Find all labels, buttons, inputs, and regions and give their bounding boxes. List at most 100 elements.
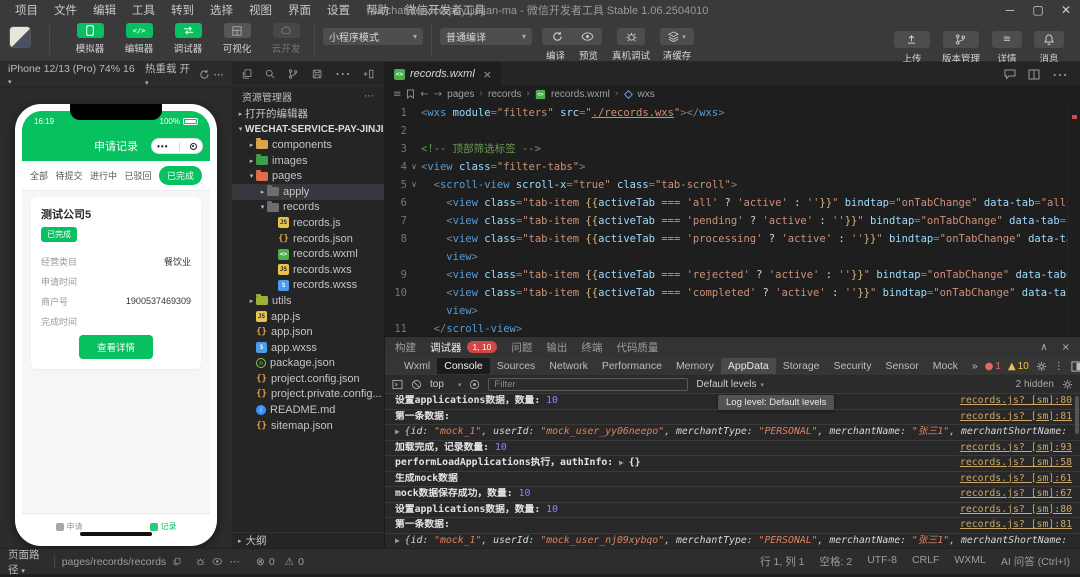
detail-button[interactable]: ≡ 详情 [992,23,1022,65]
tree-item-app.js[interactable]: JSapp.js [232,309,384,325]
expand-arrow-icon[interactable]: ▶ [395,536,405,545]
clear-cache-button[interactable]: ▾ [660,28,694,45]
panel-tab-问题[interactable]: 问题 [511,340,532,355]
clear-console-icon[interactable] [411,379,422,390]
close-button[interactable]: ✕ [1052,0,1080,20]
hot-reload-toggle[interactable]: 热重载 开 ▾ [145,61,195,88]
console-source-link[interactable]: records.js? [sm]:67 [960,488,1072,501]
tree-item-sitemap.json[interactable]: {}sitemap.json [232,418,384,434]
menu-item-界面[interactable]: 界面 [281,0,318,20]
tree-item-README.md[interactable]: iREADME.md [232,402,384,418]
save-icon[interactable] [312,68,322,80]
version-manage-button[interactable]: 版本管理 [942,23,980,65]
context-selector[interactable]: top ▾ [430,379,461,390]
console-source-link[interactable]: records.js? [sm]:81 [960,411,1072,424]
problems-indicator[interactable]: ⊗ 0 ⚠ 0 [240,556,304,568]
git-branch-icon[interactable] [288,68,298,80]
menu-item-工具[interactable]: 工具 [125,0,162,20]
console-source-link[interactable]: records.js? [sm]:58 [960,457,1072,470]
files-icon[interactable] [242,68,252,80]
maximize-button[interactable]: ▢ [1024,0,1052,20]
devtools-tab-AppData[interactable]: AppData [721,358,776,374]
mode-button-云开发[interactable]: 云开发 [266,23,306,55]
expand-arrow-icon[interactable]: ▶ [619,458,629,467]
tree-item-打开的编辑器[interactable]: ▸打开的编辑器 [232,106,384,122]
status-item[interactable]: 空格: 2 [820,554,853,569]
refresh-icon[interactable] [199,69,210,80]
more-icon[interactable]: ⋯ [364,91,374,102]
mode-button-调试器[interactable]: 调试器 [168,23,208,55]
bookmark-icon[interactable] [406,89,415,99]
breadcrumb-symbol[interactable]: wxs [638,89,655,100]
devtools-tab-Security[interactable]: Security [827,358,879,374]
console-source-link[interactable]: records.js? [sm]:80 [960,395,1072,408]
tree-item-package.json[interactable]: npackage.json [232,356,384,372]
tree-item-records.wxml[interactable]: <>records.wxml [232,246,384,262]
bug-icon[interactable] [196,556,205,567]
breadcrumb-records[interactable]: records [488,89,521,100]
dock-icon[interactable] [1071,361,1080,372]
panel-tab-构建[interactable]: 构建 [395,340,416,355]
status-item[interactable]: WXML [954,554,986,569]
breadcrumb-pages[interactable]: pages [447,89,474,100]
console-source-link[interactable]: records.js? [sm]:61 [960,473,1072,486]
console-source-link[interactable]: records.js? [sm]:80 [960,504,1072,517]
devtools-tab-Storage[interactable]: Storage [776,358,827,374]
collapse-panel-icon[interactable]: ∧ [1040,342,1047,353]
minimize-button[interactable]: ─ [996,0,1024,20]
devtools-tab-Memory[interactable]: Memory [669,358,721,374]
console-source-link[interactable]: records.js? [sm]:93 [960,442,1072,455]
comment-icon[interactable] [1004,69,1016,80]
message-button[interactable]: 消息 [1034,23,1064,65]
devtools-tab-Sensor[interactable]: Sensor [878,358,925,374]
gear-icon[interactable] [1036,361,1047,372]
eye-icon[interactable] [212,556,222,567]
panel-tab-终端[interactable]: 终端 [581,340,602,355]
view-detail-button[interactable]: 查看详情 [79,335,153,359]
console-sidebar-icon[interactable] [392,379,403,390]
tree-item-records.wxss[interactable]: Srecords.wxss [232,278,384,294]
more-icon[interactable]: ⋯ [335,64,351,83]
minimap[interactable] [1067,102,1080,336]
tree-item-project.config.json[interactable]: {}project.config.json [232,371,384,387]
panel-tab-调试器[interactable]: 调试器1, 10 [430,340,497,355]
devtools-tab-Performance[interactable]: Performance [595,358,669,374]
kebab-menu-icon[interactable]: ⋮ [1054,361,1064,372]
tree-item-apply[interactable]: ▸apply [232,184,384,200]
preview-button[interactable] [572,31,602,42]
tab-records-wxml[interactable]: <> records.wxml × [385,62,501,86]
close-panel-icon[interactable]: × [1062,342,1070,353]
status-item[interactable]: UTF-8 [867,554,897,569]
expand-arrow-icon[interactable]: ▶ [395,427,405,436]
console-source-link[interactable]: records.js? [sm]:81 [960,519,1072,532]
current-page-path[interactable]: pages/records/records [62,556,166,568]
collapse-sidebar-icon[interactable] [364,68,374,80]
mode-dropdown[interactable]: 小程序模式 ▾ [323,28,423,45]
more-icon[interactable]: ⋯ [229,556,240,568]
log-levels-selector[interactable]: Default levels ▾ [696,379,764,390]
menu-item-项目[interactable]: 项目 [8,0,45,20]
mode-button-编辑器[interactable]: </>编辑器 [119,23,159,55]
devtools-tab-Mock[interactable]: Mock [926,358,965,374]
more-icon[interactable]: ⋯ [1052,65,1068,84]
mode-button-模拟器[interactable]: 模拟器 [70,23,110,55]
real-device-debug-button[interactable] [617,28,645,45]
devtools-tab-»[interactable]: » [965,358,985,374]
devtools-tab-Console[interactable]: Console [437,358,490,374]
record-card[interactable]: 测试公司5 已完成 经营类目餐饮业申请时间商户号1900537469309完成时… [31,197,201,369]
filter-tab-全部[interactable]: 全部 [30,169,48,182]
filter-tab-待提交[interactable]: 待提交 [55,169,82,182]
status-item[interactable]: AI 问答 (Ctrl+I) [1001,554,1070,569]
devtools-tab-Sources[interactable]: Sources [490,358,543,374]
menu-item-转到[interactable]: 转到 [164,0,201,20]
menu-item-微信开发者工具[interactable]: 微信开发者工具 [398,0,493,20]
menu-item-文件[interactable]: 文件 [47,0,84,20]
copy-icon[interactable] [173,556,181,567]
code-editor[interactable]: 1<wxs module="filters" src="./records.wx… [385,102,1080,336]
gear-icon[interactable] [1062,379,1073,390]
menu-item-帮助[interactable]: 帮助 [359,0,396,20]
devtools-tab-Wxml[interactable]: Wxml [397,358,437,374]
tree-item-records[interactable]: ▾records [232,200,384,216]
error-count[interactable]: ●1 [985,361,1001,372]
fold-icon[interactable]: ∨ [407,158,421,176]
